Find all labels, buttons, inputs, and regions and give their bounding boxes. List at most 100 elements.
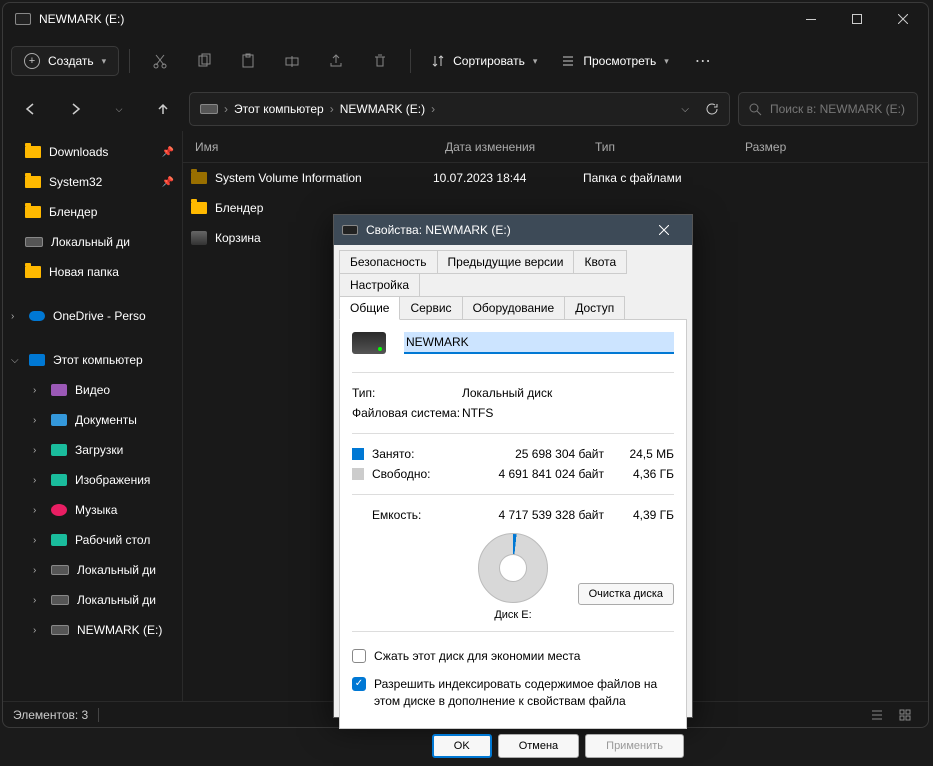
cancel-button[interactable]: Отмена: [498, 734, 579, 758]
column-headers: Имя Дата изменения Тип Размер: [183, 131, 928, 163]
drive-icon: [342, 225, 358, 235]
separator: [98, 708, 99, 722]
purple-icon: [51, 384, 67, 396]
drive-icon: [15, 13, 31, 25]
up-button[interactable]: [145, 91, 181, 127]
sidebar-item[interactable]: ›Музыка: [3, 495, 182, 525]
chevron-right-icon: ›: [33, 535, 43, 546]
chevron-right-icon: ›: [33, 475, 43, 486]
drive-icon: [51, 595, 69, 605]
toolbar: + Создать ▾ Сортировать ▾ Просмотреть ▾ …: [3, 35, 928, 87]
col-type[interactable]: Тип: [583, 140, 733, 154]
sidebar-item-label: Локальный ди: [51, 235, 130, 249]
plus-icon: +: [24, 53, 40, 69]
sidebar-item[interactable]: ›Видео: [3, 375, 182, 405]
more-button[interactable]: ⋯: [683, 43, 723, 79]
folder-icon: [25, 176, 41, 188]
sidebar-item[interactable]: ›Документы: [3, 405, 182, 435]
grid-view-button[interactable]: [892, 705, 918, 725]
refresh-button[interactable]: [705, 102, 719, 116]
view-button[interactable]: Просмотреть ▾: [551, 48, 678, 74]
sidebar-item[interactable]: ›Изображения: [3, 465, 182, 495]
share-button[interactable]: [316, 43, 356, 79]
copy-button[interactable]: [184, 43, 224, 79]
teal-icon: [51, 444, 67, 456]
sort-button[interactable]: Сортировать ▾: [421, 48, 547, 74]
maximize-button[interactable]: [834, 3, 880, 35]
chevron-down-icon: ⌵: [11, 355, 21, 366]
back-button[interactable]: [13, 91, 49, 127]
sidebar-item-label: Документы: [75, 413, 137, 427]
file-name: Блендер: [215, 201, 263, 215]
type-value: Локальный диск: [462, 386, 552, 400]
sidebar-item-system32[interactable]: System32📌: [3, 167, 182, 197]
recent-button[interactable]: ⌵: [101, 91, 137, 127]
delete-button[interactable]: [360, 43, 400, 79]
close-button[interactable]: [644, 215, 684, 245]
rename-button[interactable]: [272, 43, 312, 79]
chevron-down-icon[interactable]: ⌵: [681, 104, 689, 115]
separator-icon: ›: [224, 102, 228, 116]
sidebar-item[interactable]: ›Локальный ди: [3, 585, 182, 615]
tab[interactable]: Квота: [573, 250, 627, 274]
compress-checkbox[interactable]: [352, 649, 366, 663]
pin-icon: 📌: [162, 177, 174, 188]
sidebar-item[interactable]: ›Загрузки: [3, 435, 182, 465]
compress-label: Сжать этот диск для экономии места: [374, 648, 580, 665]
paste-button[interactable]: [228, 43, 268, 79]
disk-cleanup-button[interactable]: Очистка диска: [578, 583, 674, 605]
sidebar-item-local[interactable]: Локальный ди: [3, 227, 182, 257]
sidebar-item[interactable]: › Рабочий стол: [3, 525, 182, 555]
breadcrumb-current[interactable]: NEWMARK (E:): [340, 102, 425, 116]
ok-button[interactable]: OK: [432, 734, 492, 758]
pc-icon: [29, 354, 45, 366]
sidebar-item-thispc[interactable]: ⌵Этот компьютер: [3, 345, 182, 375]
minimize-button[interactable]: [788, 3, 834, 35]
tab[interactable]: Безопасность: [339, 250, 438, 274]
drive-icon: [51, 625, 69, 635]
close-button[interactable]: [880, 3, 926, 35]
tab[interactable]: Оборудование: [462, 296, 566, 320]
new-button[interactable]: + Создать ▾: [11, 46, 119, 76]
sidebar-item-blender[interactable]: Блендер: [3, 197, 182, 227]
index-label: Разрешить индексировать содержимое файло…: [374, 676, 674, 710]
file-name: System Volume Information: [215, 171, 362, 185]
col-name[interactable]: Имя: [183, 140, 433, 154]
col-date[interactable]: Дата изменения: [433, 140, 583, 154]
tab[interactable]: Общие: [339, 296, 400, 320]
file-row[interactable]: System Volume Information10.07.2023 18:4…: [183, 163, 928, 193]
search-box[interactable]: Поиск в: NEWMARK (E:): [738, 92, 918, 126]
tab[interactable]: Настройка: [339, 273, 420, 297]
sort-icon: [431, 54, 445, 68]
drive-icon: [25, 237, 43, 247]
item-count: Элементов: 3: [13, 708, 88, 722]
pin-icon: 📌: [162, 147, 174, 158]
index-checkbox[interactable]: ✓: [352, 677, 366, 691]
sidebar-item-downloads[interactable]: Downloads📌: [3, 137, 182, 167]
breadcrumb-root[interactable]: Этот компьютер: [234, 102, 324, 116]
forward-button[interactable]: [57, 91, 93, 127]
sidebar-item-label: Локальный ди: [77, 563, 156, 577]
address-box[interactable]: › Этот компьютер › NEWMARK (E:) › ⌵: [189, 92, 730, 126]
tab[interactable]: Предыдущие версии: [437, 250, 575, 274]
teal-icon: [51, 534, 67, 546]
sidebar-item-newfolder[interactable]: Новая папка: [3, 257, 182, 287]
cap-bytes: 4 717 539 328 байт: [442, 508, 614, 522]
search-placeholder: Поиск в: NEWMARK (E:): [770, 102, 905, 116]
sidebar-item-onedrive[interactable]: ›OneDrive - Perso: [3, 301, 182, 331]
sidebar-item-label: Рабочий стол: [75, 533, 150, 547]
volume-name-input[interactable]: [404, 332, 674, 354]
apply-button[interactable]: Применить: [585, 734, 684, 758]
dialog-buttons: OK Отмена Применить: [334, 734, 692, 766]
tab[interactable]: Доступ: [564, 296, 625, 320]
separator: [410, 49, 411, 73]
tab[interactable]: Сервис: [399, 296, 462, 320]
col-size[interactable]: Размер: [733, 140, 928, 154]
cut-button[interactable]: [140, 43, 180, 79]
window-title: NEWMARK (E:): [39, 12, 788, 26]
list-view-button[interactable]: [864, 705, 890, 725]
fs-label: Файловая система:: [352, 406, 462, 420]
folder-icon: [25, 266, 41, 278]
sidebar-item[interactable]: ›Локальный ди: [3, 555, 182, 585]
sidebar-item[interactable]: ›NEWMARK (E:): [3, 615, 182, 645]
